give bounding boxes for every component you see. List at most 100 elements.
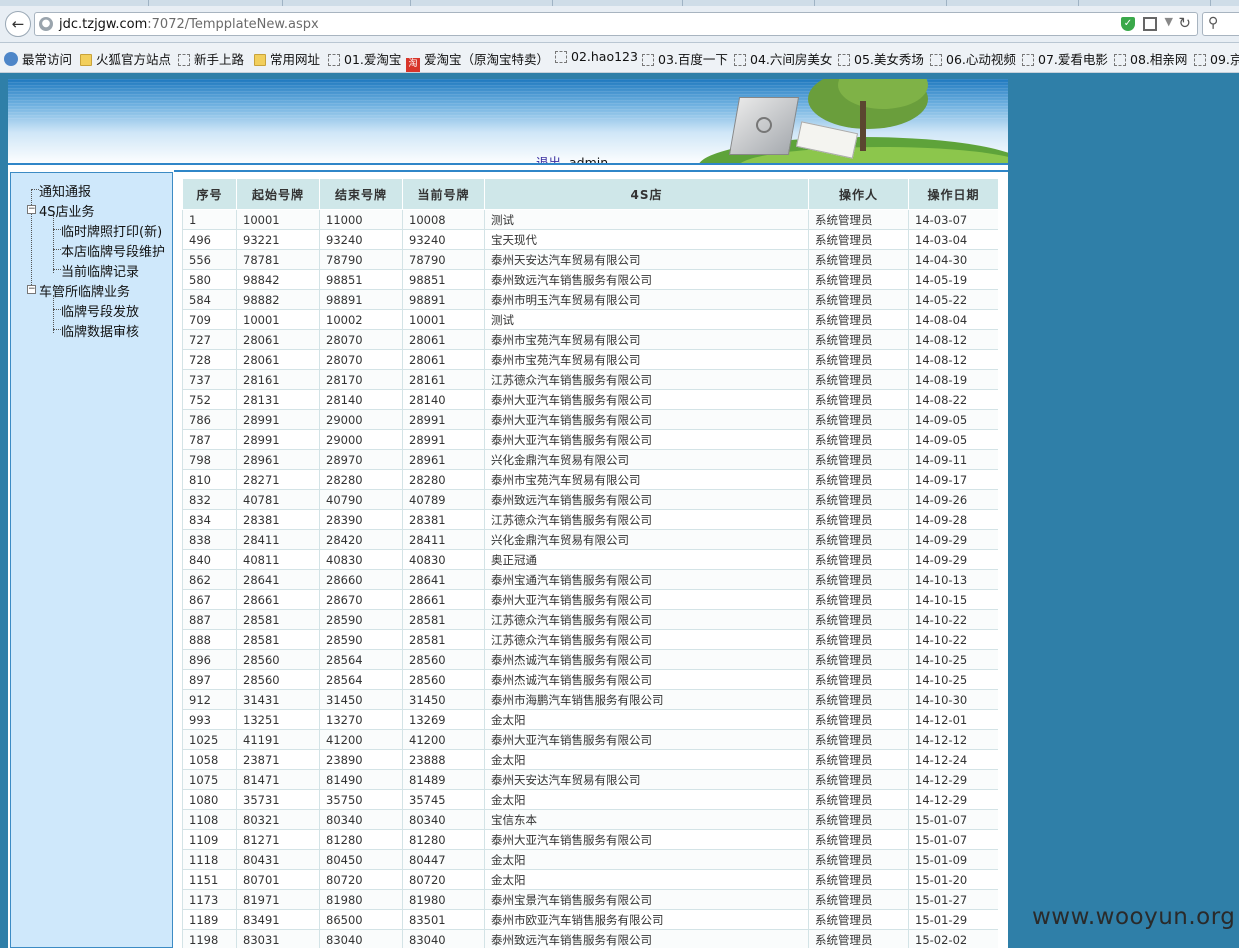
column-header-start-plate[interactable]: 起始号牌 — [236, 178, 320, 210]
table-row[interactable]: 1 10001 11000 10008 测试 系统管理员 14-03-07 — [182, 209, 998, 230]
bookmark-video[interactable]: 06.心动视频 — [930, 49, 1016, 68]
cell-start-plate: 28961 — [236, 449, 320, 470]
bookmark-dating[interactable]: 08.相亲网 — [1114, 49, 1187, 68]
cell-end-plate: 80450 — [319, 849, 403, 870]
cell-operator: 系统管理员 — [808, 889, 909, 910]
reload-icon[interactable]: ↻ — [1178, 14, 1191, 32]
cell-date: 14-04-30 — [908, 249, 998, 270]
cell-start-plate: 81971 — [236, 889, 320, 910]
table-row[interactable]: 496 93221 93240 93240 宝天现代 系统管理员 14-03-04 — [182, 229, 998, 250]
cell-start-plate: 81271 — [236, 829, 320, 850]
cell-4s-store: 泰州大亚汽车销售服务有限公司 — [484, 429, 809, 450]
cell-date: 14-08-04 — [908, 309, 998, 330]
cell-current-plate: 28560 — [402, 649, 485, 670]
cell-current-plate: 28991 — [402, 409, 485, 430]
table-row[interactable]: 580 98842 98851 98851 泰州致远汽车销售服务有限公司 系统管理员 14-… — [182, 269, 998, 290]
cell-id: 556 — [182, 249, 237, 270]
bookmark-movies[interactable]: 07.爱看电影 — [1022, 49, 1108, 68]
table-row[interactable]: 728 28061 28070 28061 泰州市宝苑汽车贸易有限公司 系统管理员 14-0… — [182, 349, 998, 370]
table-row[interactable]: 888 28581 28590 28581 江苏德众汽车销售服务有限公司 系统管理员 14-… — [182, 629, 998, 650]
cell-id: 496 — [182, 229, 237, 250]
chevron-down-icon[interactable]: ▼ — [1165, 15, 1173, 28]
bookmark-baidu[interactable]: 03.百度一下 — [642, 49, 728, 68]
cell-end-plate: 28070 — [319, 349, 403, 370]
table-row[interactable]: 1173 81971 81980 81980 泰州宝景汽车销售服务有限公司 系统管理员 15… — [182, 889, 998, 910]
table-row[interactable]: 787 28991 29000 28991 泰州大亚汽车销售服务有限公司 系统管理员 14-… — [182, 429, 998, 450]
table-row[interactable]: 897 28560 28564 28560 泰州杰诚汽车销售服务有限公司 系统管理员 14-… — [182, 669, 998, 690]
sidebar-item-temp-plate-print[interactable]: 临时牌照打印(新) — [61, 221, 162, 240]
table-row[interactable]: 727 28061 28070 28061 泰州市宝苑汽车贸易有限公司 系统管理员 14-0… — [182, 329, 998, 350]
bookmark-aitaobao-sale[interactable]: 淘爱淘宝（原淘宝特卖） — [406, 49, 549, 72]
cell-id: 580 — [182, 269, 237, 290]
table-row[interactable]: 887 28581 28590 28581 江苏德众汽车销售服务有限公司 系统管理员 14-… — [182, 609, 998, 630]
table-row[interactable]: 1189 83491 86500 83501 泰州市欧亚汽车销售服务有限公司 系统管理员 1… — [182, 909, 998, 930]
cell-end-plate: 28590 — [319, 609, 403, 630]
table-row[interactable]: 810 28271 28280 28280 泰州市宝苑汽车贸易有限公司 系统管理员 14-0… — [182, 469, 998, 490]
cell-start-plate: 28641 — [236, 569, 320, 590]
table-row[interactable]: 912 31431 31450 31450 泰州市海鹏汽车销售服务有限公司 系统管理员 14… — [182, 689, 998, 710]
table-row[interactable]: 1058 23871 23890 23888 金太阳 系统管理员 14-12-24 — [182, 749, 998, 770]
sidebar-item-4s-business[interactable]: 4S店业务 — [39, 201, 95, 220]
table-row[interactable]: 752 28131 28140 28140 泰州大亚汽车销售服务有限公司 系统管理员 14-… — [182, 389, 998, 410]
shield-icon[interactable]: ✓ — [1121, 17, 1135, 31]
table-row[interactable]: 1108 80321 80340 80340 宝信东本 系统管理员 15-01-07 — [182, 809, 998, 830]
bookmark-xiuchang[interactable]: 05.美女秀场 — [838, 49, 924, 68]
collapse-icon[interactable]: − — [27, 205, 36, 214]
column-header-current-plate[interactable]: 当前号牌 — [402, 178, 485, 210]
cell-date: 14-10-25 — [908, 669, 998, 690]
cell-operator: 系统管理员 — [808, 649, 909, 670]
bookmark-aitaobao[interactable]: 01.爱淘宝 — [328, 49, 401, 68]
table-row[interactable]: 832 40781 40790 40789 泰州致远汽车销售服务有限公司 系统管理员 14-… — [182, 489, 998, 510]
bookmark-jd[interactable]: 09.京 — [1194, 49, 1239, 68]
bookmark-6rooms[interactable]: 04.六间房美女 — [734, 49, 832, 68]
bookmark-hao123[interactable]: 02.hao123 — [555, 49, 638, 64]
table-row[interactable]: 867 28661 28670 28661 泰州大亚汽车销售服务有限公司 系统管理员 14-… — [182, 589, 998, 610]
url-bar[interactable]: ● jdc.tzjgw.com:7072/TempplateNew.aspx ✓… — [34, 12, 1198, 36]
table-row[interactable]: 556 78781 78790 78790 泰州天安达汽车贸易有限公司 系统管理员 14-0… — [182, 249, 998, 270]
back-button[interactable]: ← — [5, 11, 31, 37]
cell-current-plate: 28411 — [402, 529, 485, 550]
qr-code-icon[interactable] — [1143, 17, 1157, 31]
table-row[interactable]: 1080 35731 35750 35745 金太阳 系统管理员 14-12-29 — [182, 789, 998, 810]
table-row[interactable]: 584 98882 98891 98891 泰州市明玉汽车贸易有限公司 系统管理员 14-0… — [182, 289, 998, 310]
bookmark-most-visited[interactable]: 最常访问 — [4, 49, 72, 68]
bookmark-firefox-site[interactable]: 火狐官方站点 — [80, 49, 171, 68]
table-row[interactable]: 798 28961 28970 28961 兴化金鼎汽车贸易有限公司 系统管理员 14-09… — [182, 449, 998, 470]
column-header-operator[interactable]: 操作人 — [808, 178, 909, 210]
table-row[interactable]: 737 28161 28170 28161 江苏德众汽车销售服务有限公司 系统管理员 14-… — [182, 369, 998, 390]
table-row[interactable]: 896 28560 28564 28560 泰州杰诚汽车销售服务有限公司 系统管理员 14-… — [182, 649, 998, 670]
cell-operator: 系统管理员 — [808, 229, 909, 250]
collapse-icon[interactable]: − — [27, 285, 36, 294]
cell-end-plate: 23890 — [319, 749, 403, 770]
table-row[interactable]: 1118 80431 80450 80447 金太阳 系统管理员 15-01-09 — [182, 849, 998, 870]
table-row[interactable]: 1198 83031 83040 83040 泰州致远汽车销售服务有限公司 系统管理员 15… — [182, 929, 998, 948]
sidebar-item-plate-range-issue[interactable]: 临牌号段发放 — [61, 301, 139, 320]
table-row[interactable]: 1025 41191 41200 41200 泰州大亚汽车销售服务有限公司 系统管理员 14… — [182, 729, 998, 750]
table-row[interactable]: 1075 81471 81490 81489 泰州天安达汽车贸易有限公司 系统管理员 14-… — [182, 769, 998, 790]
column-header-id[interactable]: 序号 — [182, 178, 237, 210]
table-row[interactable]: 993 13251 13270 13269 金太阳 系统管理员 14-12-01 — [182, 709, 998, 730]
cell-date: 14-12-01 — [908, 709, 998, 730]
bookmark-common-sites[interactable]: 常用网址 — [254, 49, 320, 68]
table-row[interactable]: 786 28991 29000 28991 泰州大亚汽车销售服务有限公司 系统管理员 14-… — [182, 409, 998, 430]
table-row[interactable]: 838 28411 28420 28411 兴化金鼎汽车贸易有限公司 系统管理员 14-09… — [182, 529, 998, 550]
url-text[interactable]: jdc.tzjgw.com:7072/TempplateNew.aspx — [59, 17, 319, 32]
table-row[interactable]: 1109 81271 81280 81280 泰州大亚汽车销售服务有限公司 系统管理员 15… — [182, 829, 998, 850]
sidebar-item-plate-data-review[interactable]: 临牌数据审核 — [61, 321, 139, 340]
sidebar-item-plate-range-maintenance[interactable]: 本店临牌号段维护 — [61, 241, 165, 260]
column-header-4s-store[interactable]: 4S店 — [484, 178, 809, 210]
table-row[interactable]: 840 40811 40830 40830 奥正冠通 系统管理员 14-09-29 — [182, 549, 998, 570]
sidebar-item-notices[interactable]: 通知通报 — [39, 181, 91, 200]
column-header-end-plate[interactable]: 结束号牌 — [319, 178, 403, 210]
bookmark-getting-started[interactable]: 新手上路 — [178, 49, 244, 68]
table-row[interactable]: 709 10001 10002 10001 测试 系统管理员 14-08-04 — [182, 309, 998, 330]
cell-operator: 系统管理员 — [808, 349, 909, 370]
cell-start-plate: 28271 — [236, 469, 320, 490]
table-row[interactable]: 834 28381 28390 28381 江苏德众汽车销售服务有限公司 系统管理员 14-… — [182, 509, 998, 530]
table-row[interactable]: 1151 80701 80720 80720 金太阳 系统管理员 15-01-20 — [182, 869, 998, 890]
column-header-date[interactable]: 操作日期 — [908, 178, 998, 210]
sidebar-item-dmv-business[interactable]: 车管所临牌业务 — [39, 281, 130, 300]
search-input[interactable]: ⚲ — [1202, 12, 1239, 36]
sidebar-item-current-plate-records[interactable]: 当前临牌记录 — [61, 261, 139, 280]
table-row[interactable]: 862 28641 28660 28641 泰州宝通汽车销售服务有限公司 系统管理员 14-… — [182, 569, 998, 590]
